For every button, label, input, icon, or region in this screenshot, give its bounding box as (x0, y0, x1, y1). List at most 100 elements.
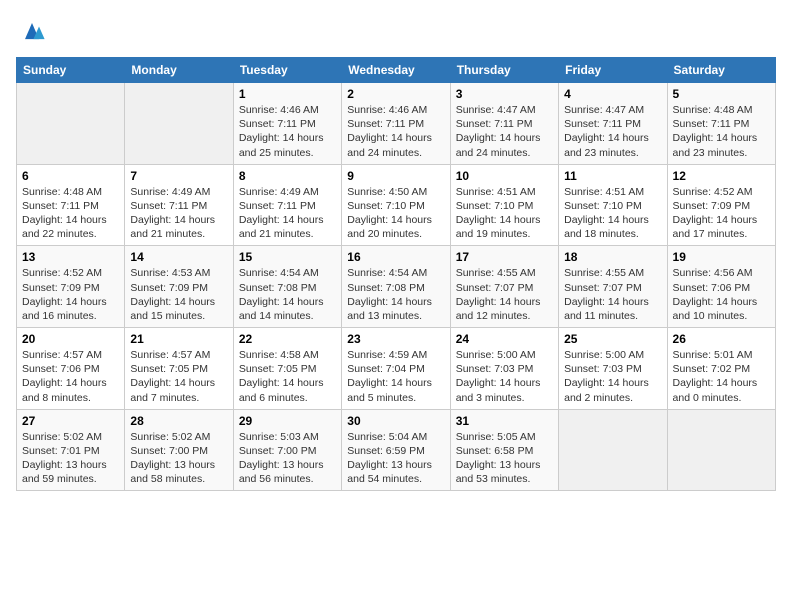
weekday-header: Saturday (667, 58, 775, 83)
calendar-cell: 13 Sunrise: 4:52 AM Sunset: 7:09 PM Dayl… (17, 246, 125, 328)
calendar-cell: 17 Sunrise: 4:55 AM Sunset: 7:07 PM Dayl… (450, 246, 558, 328)
day-number: 7 (130, 169, 227, 183)
day-detail: Sunrise: 4:49 AM Sunset: 7:11 PM Dayligh… (239, 185, 336, 242)
calendar-cell: 9 Sunrise: 4:50 AM Sunset: 7:10 PM Dayli… (342, 164, 450, 246)
day-detail: Sunrise: 4:52 AM Sunset: 7:09 PM Dayligh… (673, 185, 770, 242)
day-number: 23 (347, 332, 444, 346)
calendar-cell: 26 Sunrise: 5:01 AM Sunset: 7:02 PM Dayl… (667, 328, 775, 410)
day-number: 31 (456, 414, 553, 428)
day-detail: Sunrise: 5:02 AM Sunset: 7:00 PM Dayligh… (130, 430, 227, 487)
day-number: 25 (564, 332, 661, 346)
calendar-week-row: 20 Sunrise: 4:57 AM Sunset: 7:06 PM Dayl… (17, 328, 776, 410)
weekday-header: Wednesday (342, 58, 450, 83)
day-number: 3 (456, 87, 553, 101)
calendar-cell (125, 83, 233, 165)
day-detail: Sunrise: 4:47 AM Sunset: 7:11 PM Dayligh… (456, 103, 553, 160)
day-number: 14 (130, 250, 227, 264)
calendar-table: SundayMondayTuesdayWednesdayThursdayFrid… (16, 57, 776, 491)
calendar-cell: 14 Sunrise: 4:53 AM Sunset: 7:09 PM Dayl… (125, 246, 233, 328)
calendar-cell: 18 Sunrise: 4:55 AM Sunset: 7:07 PM Dayl… (559, 246, 667, 328)
day-detail: Sunrise: 4:46 AM Sunset: 7:11 PM Dayligh… (239, 103, 336, 160)
calendar-cell: 24 Sunrise: 5:00 AM Sunset: 7:03 PM Dayl… (450, 328, 558, 410)
calendar-cell: 8 Sunrise: 4:49 AM Sunset: 7:11 PM Dayli… (233, 164, 341, 246)
day-detail: Sunrise: 4:56 AM Sunset: 7:06 PM Dayligh… (673, 266, 770, 323)
calendar-cell: 30 Sunrise: 5:04 AM Sunset: 6:59 PM Dayl… (342, 409, 450, 491)
day-number: 1 (239, 87, 336, 101)
day-detail: Sunrise: 4:48 AM Sunset: 7:11 PM Dayligh… (22, 185, 119, 242)
calendar-cell: 28 Sunrise: 5:02 AM Sunset: 7:00 PM Dayl… (125, 409, 233, 491)
calendar-cell (667, 409, 775, 491)
calendar-cell: 27 Sunrise: 5:02 AM Sunset: 7:01 PM Dayl… (17, 409, 125, 491)
calendar-cell: 1 Sunrise: 4:46 AM Sunset: 7:11 PM Dayli… (233, 83, 341, 165)
day-number: 12 (673, 169, 770, 183)
day-detail: Sunrise: 4:58 AM Sunset: 7:05 PM Dayligh… (239, 348, 336, 405)
day-detail: Sunrise: 4:53 AM Sunset: 7:09 PM Dayligh… (130, 266, 227, 323)
day-detail: Sunrise: 4:57 AM Sunset: 7:06 PM Dayligh… (22, 348, 119, 405)
calendar-week-row: 1 Sunrise: 4:46 AM Sunset: 7:11 PM Dayli… (17, 83, 776, 165)
day-number: 2 (347, 87, 444, 101)
calendar-cell: 10 Sunrise: 4:51 AM Sunset: 7:10 PM Dayl… (450, 164, 558, 246)
day-detail: Sunrise: 4:59 AM Sunset: 7:04 PM Dayligh… (347, 348, 444, 405)
calendar-cell: 6 Sunrise: 4:48 AM Sunset: 7:11 PM Dayli… (17, 164, 125, 246)
day-number: 19 (673, 250, 770, 264)
logo-icon (18, 16, 46, 44)
day-number: 28 (130, 414, 227, 428)
day-detail: Sunrise: 4:54 AM Sunset: 7:08 PM Dayligh… (347, 266, 444, 323)
calendar-cell: 31 Sunrise: 5:05 AM Sunset: 6:58 PM Dayl… (450, 409, 558, 491)
day-number: 9 (347, 169, 444, 183)
day-detail: Sunrise: 4:51 AM Sunset: 7:10 PM Dayligh… (564, 185, 661, 242)
calendar-cell: 7 Sunrise: 4:49 AM Sunset: 7:11 PM Dayli… (125, 164, 233, 246)
calendar-week-row: 27 Sunrise: 5:02 AM Sunset: 7:01 PM Dayl… (17, 409, 776, 491)
day-number: 10 (456, 169, 553, 183)
calendar-cell: 15 Sunrise: 4:54 AM Sunset: 7:08 PM Dayl… (233, 246, 341, 328)
weekday-header: Friday (559, 58, 667, 83)
day-detail: Sunrise: 5:00 AM Sunset: 7:03 PM Dayligh… (456, 348, 553, 405)
calendar-cell: 20 Sunrise: 4:57 AM Sunset: 7:06 PM Dayl… (17, 328, 125, 410)
calendar-cell: 29 Sunrise: 5:03 AM Sunset: 7:00 PM Dayl… (233, 409, 341, 491)
day-detail: Sunrise: 4:55 AM Sunset: 7:07 PM Dayligh… (456, 266, 553, 323)
day-detail: Sunrise: 4:54 AM Sunset: 7:08 PM Dayligh… (239, 266, 336, 323)
day-number: 26 (673, 332, 770, 346)
calendar-cell: 25 Sunrise: 5:00 AM Sunset: 7:03 PM Dayl… (559, 328, 667, 410)
day-number: 16 (347, 250, 444, 264)
calendar-cell: 5 Sunrise: 4:48 AM Sunset: 7:11 PM Dayli… (667, 83, 775, 165)
day-detail: Sunrise: 4:51 AM Sunset: 7:10 PM Dayligh… (456, 185, 553, 242)
day-detail: Sunrise: 4:55 AM Sunset: 7:07 PM Dayligh… (564, 266, 661, 323)
calendar-cell: 12 Sunrise: 4:52 AM Sunset: 7:09 PM Dayl… (667, 164, 775, 246)
calendar-cell: 23 Sunrise: 4:59 AM Sunset: 7:04 PM Dayl… (342, 328, 450, 410)
calendar-cell: 19 Sunrise: 4:56 AM Sunset: 7:06 PM Dayl… (667, 246, 775, 328)
calendar-week-row: 6 Sunrise: 4:48 AM Sunset: 7:11 PM Dayli… (17, 164, 776, 246)
day-number: 17 (456, 250, 553, 264)
calendar-cell: 2 Sunrise: 4:46 AM Sunset: 7:11 PM Dayli… (342, 83, 450, 165)
day-number: 11 (564, 169, 661, 183)
day-number: 6 (22, 169, 119, 183)
calendar-cell: 3 Sunrise: 4:47 AM Sunset: 7:11 PM Dayli… (450, 83, 558, 165)
calendar-cell: 4 Sunrise: 4:47 AM Sunset: 7:11 PM Dayli… (559, 83, 667, 165)
calendar-cell (559, 409, 667, 491)
calendar-cell: 22 Sunrise: 4:58 AM Sunset: 7:05 PM Dayl… (233, 328, 341, 410)
day-number: 30 (347, 414, 444, 428)
calendar-cell: 21 Sunrise: 4:57 AM Sunset: 7:05 PM Dayl… (125, 328, 233, 410)
day-number: 22 (239, 332, 336, 346)
day-number: 13 (22, 250, 119, 264)
day-detail: Sunrise: 5:02 AM Sunset: 7:01 PM Dayligh… (22, 430, 119, 487)
day-number: 8 (239, 169, 336, 183)
day-detail: Sunrise: 4:48 AM Sunset: 7:11 PM Dayligh… (673, 103, 770, 160)
day-number: 5 (673, 87, 770, 101)
day-number: 27 (22, 414, 119, 428)
weekday-header: Monday (125, 58, 233, 83)
weekday-header-row: SundayMondayTuesdayWednesdayThursdayFrid… (17, 58, 776, 83)
calendar-cell: 11 Sunrise: 4:51 AM Sunset: 7:10 PM Dayl… (559, 164, 667, 246)
day-number: 20 (22, 332, 119, 346)
page-header (16, 16, 776, 49)
day-detail: Sunrise: 4:52 AM Sunset: 7:09 PM Dayligh… (22, 266, 119, 323)
day-detail: Sunrise: 5:03 AM Sunset: 7:00 PM Dayligh… (239, 430, 336, 487)
weekday-header: Thursday (450, 58, 558, 83)
day-number: 18 (564, 250, 661, 264)
day-detail: Sunrise: 4:57 AM Sunset: 7:05 PM Dayligh… (130, 348, 227, 405)
logo (16, 16, 46, 49)
day-number: 15 (239, 250, 336, 264)
day-detail: Sunrise: 4:46 AM Sunset: 7:11 PM Dayligh… (347, 103, 444, 160)
day-number: 4 (564, 87, 661, 101)
day-detail: Sunrise: 5:04 AM Sunset: 6:59 PM Dayligh… (347, 430, 444, 487)
